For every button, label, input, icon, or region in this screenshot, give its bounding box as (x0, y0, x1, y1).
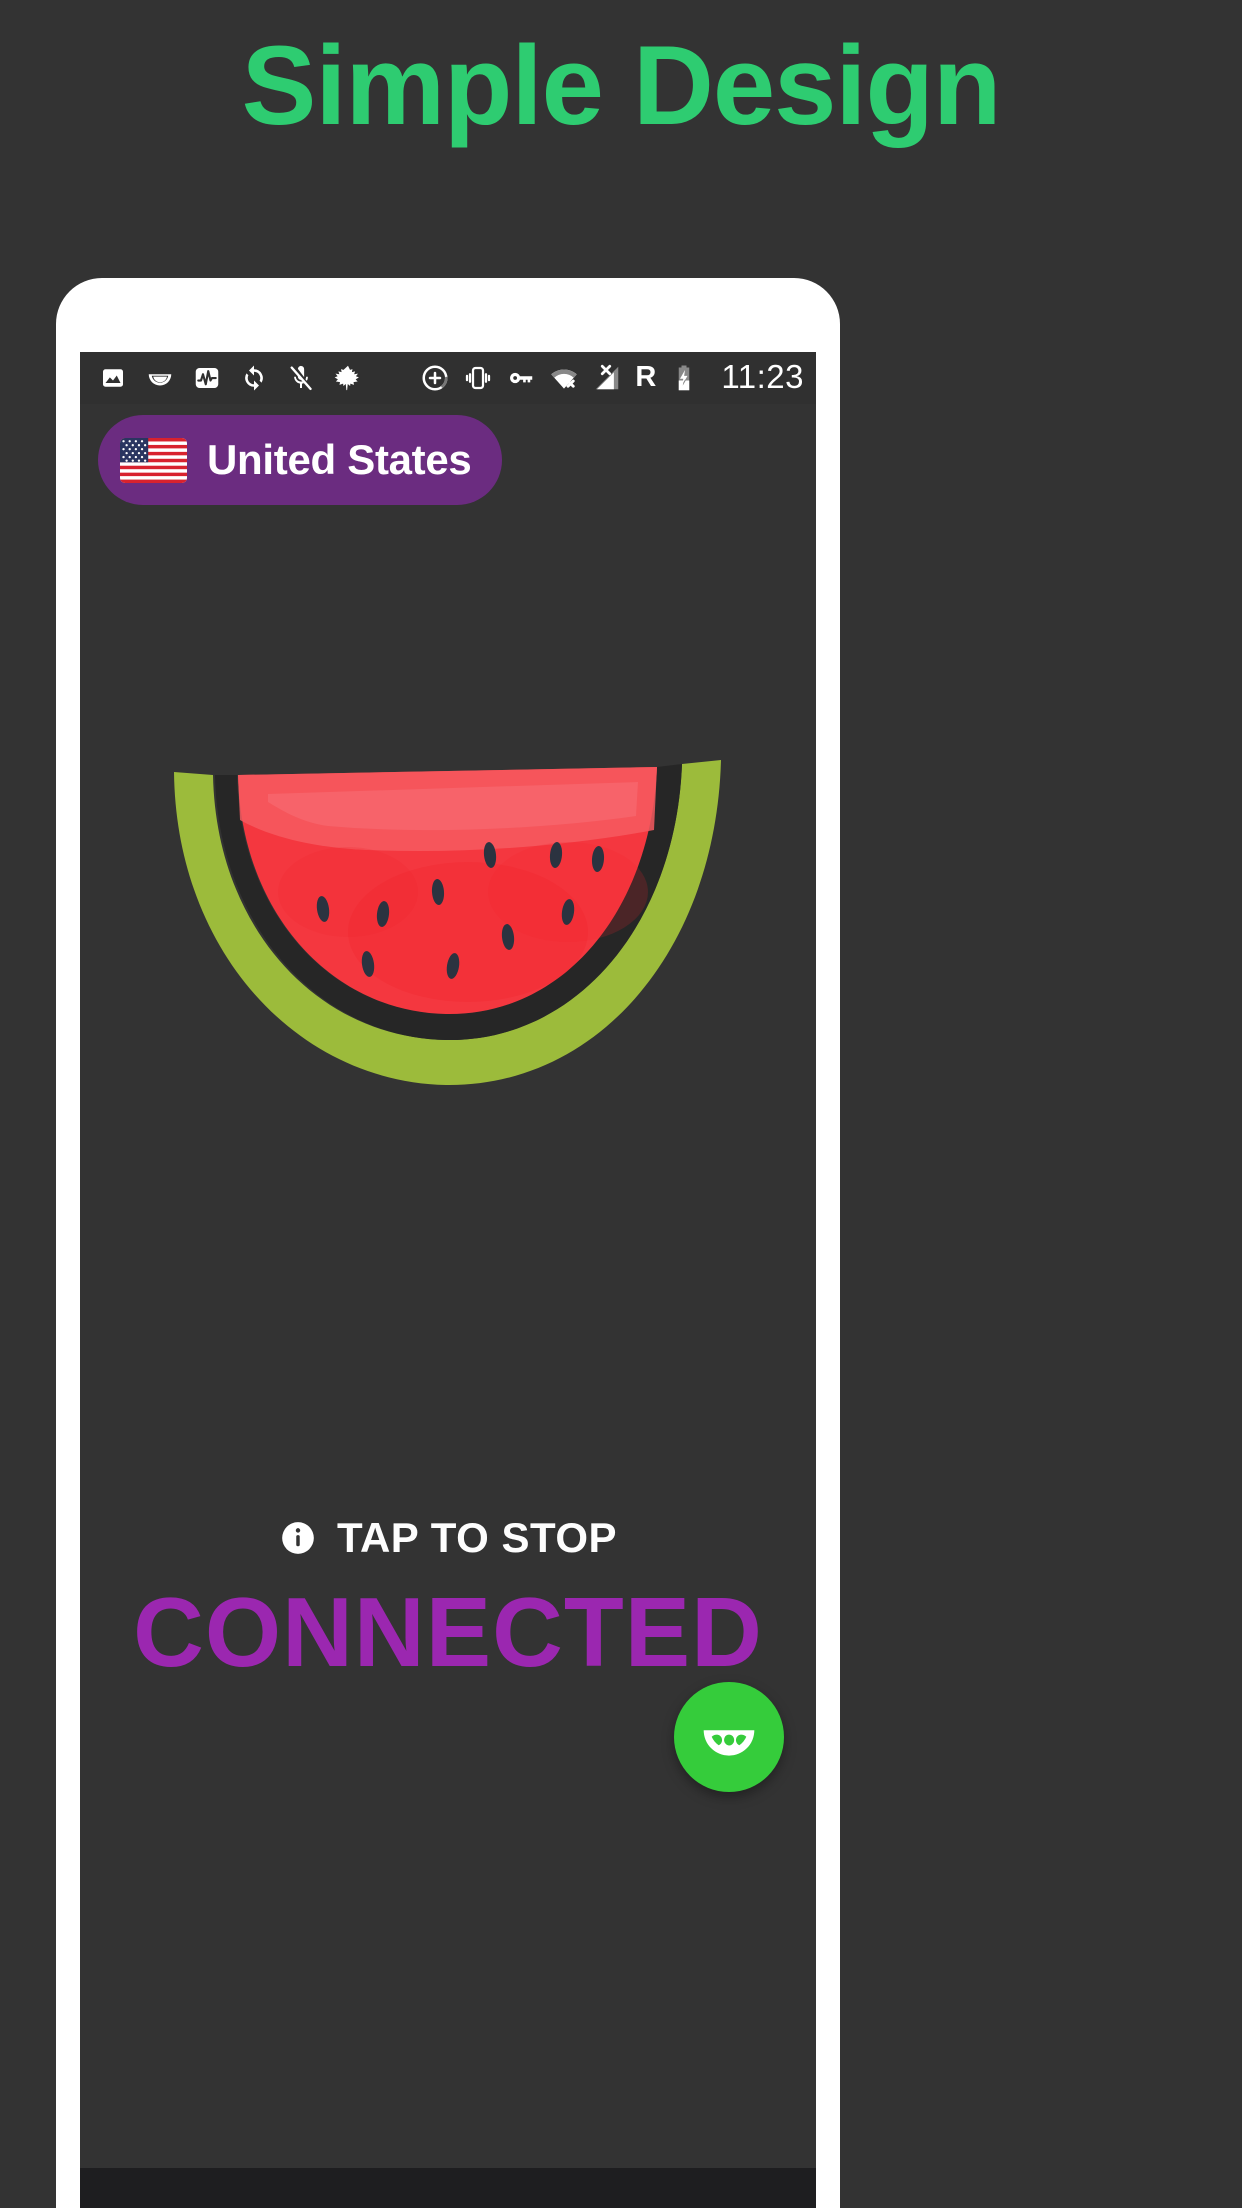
phone-screen: R 11:23 United States TAP TO STOP CONNEC… (80, 352, 816, 2208)
android-navigation-bar (80, 2168, 816, 2208)
hero-illustration[interactable] (80, 742, 816, 1087)
vibrate-icon (463, 363, 493, 393)
signal-off-icon (592, 363, 622, 393)
phone-mockup: R 11:23 United States TAP TO STOP CONNEC… (56, 278, 840, 2208)
wifi-off-icon (549, 363, 579, 393)
country-selector-button[interactable]: United States (98, 415, 502, 505)
pulse-graph-icon (192, 363, 222, 393)
info-icon (279, 1519, 317, 1557)
image-icon (98, 363, 128, 393)
country-name-label: United States (207, 436, 472, 483)
melon-fab-button[interactable] (674, 1682, 784, 1792)
maple-leaf-icon (333, 363, 363, 393)
battery-charging-icon (669, 363, 699, 393)
tap-to-stop-label: TAP TO STOP (336, 1514, 618, 1561)
microphone-muted-icon (286, 363, 316, 393)
melon-slice-icon (145, 363, 175, 393)
vpn-key-icon (506, 363, 536, 393)
status-bar-left-icons (98, 363, 363, 393)
status-bar-right-icons: R 11:23 (420, 360, 804, 396)
watermelon-slice-illustration (174, 760, 721, 1086)
sync-icon (239, 363, 269, 393)
page-title: Simple Design (241, 23, 1002, 148)
connection-status-label: CONNECTED (133, 1577, 763, 1687)
melon-slice-icon (703, 1730, 755, 1756)
roaming-icon: R (635, 360, 657, 393)
tap-to-stop-button[interactable]: TAP TO STOP (80, 1517, 816, 1559)
us-flag-icon (120, 437, 187, 483)
add-circle-icon (420, 363, 450, 393)
status-bar-clock: 11:23 (721, 358, 804, 395)
status-bar: R 11:23 (80, 352, 816, 404)
